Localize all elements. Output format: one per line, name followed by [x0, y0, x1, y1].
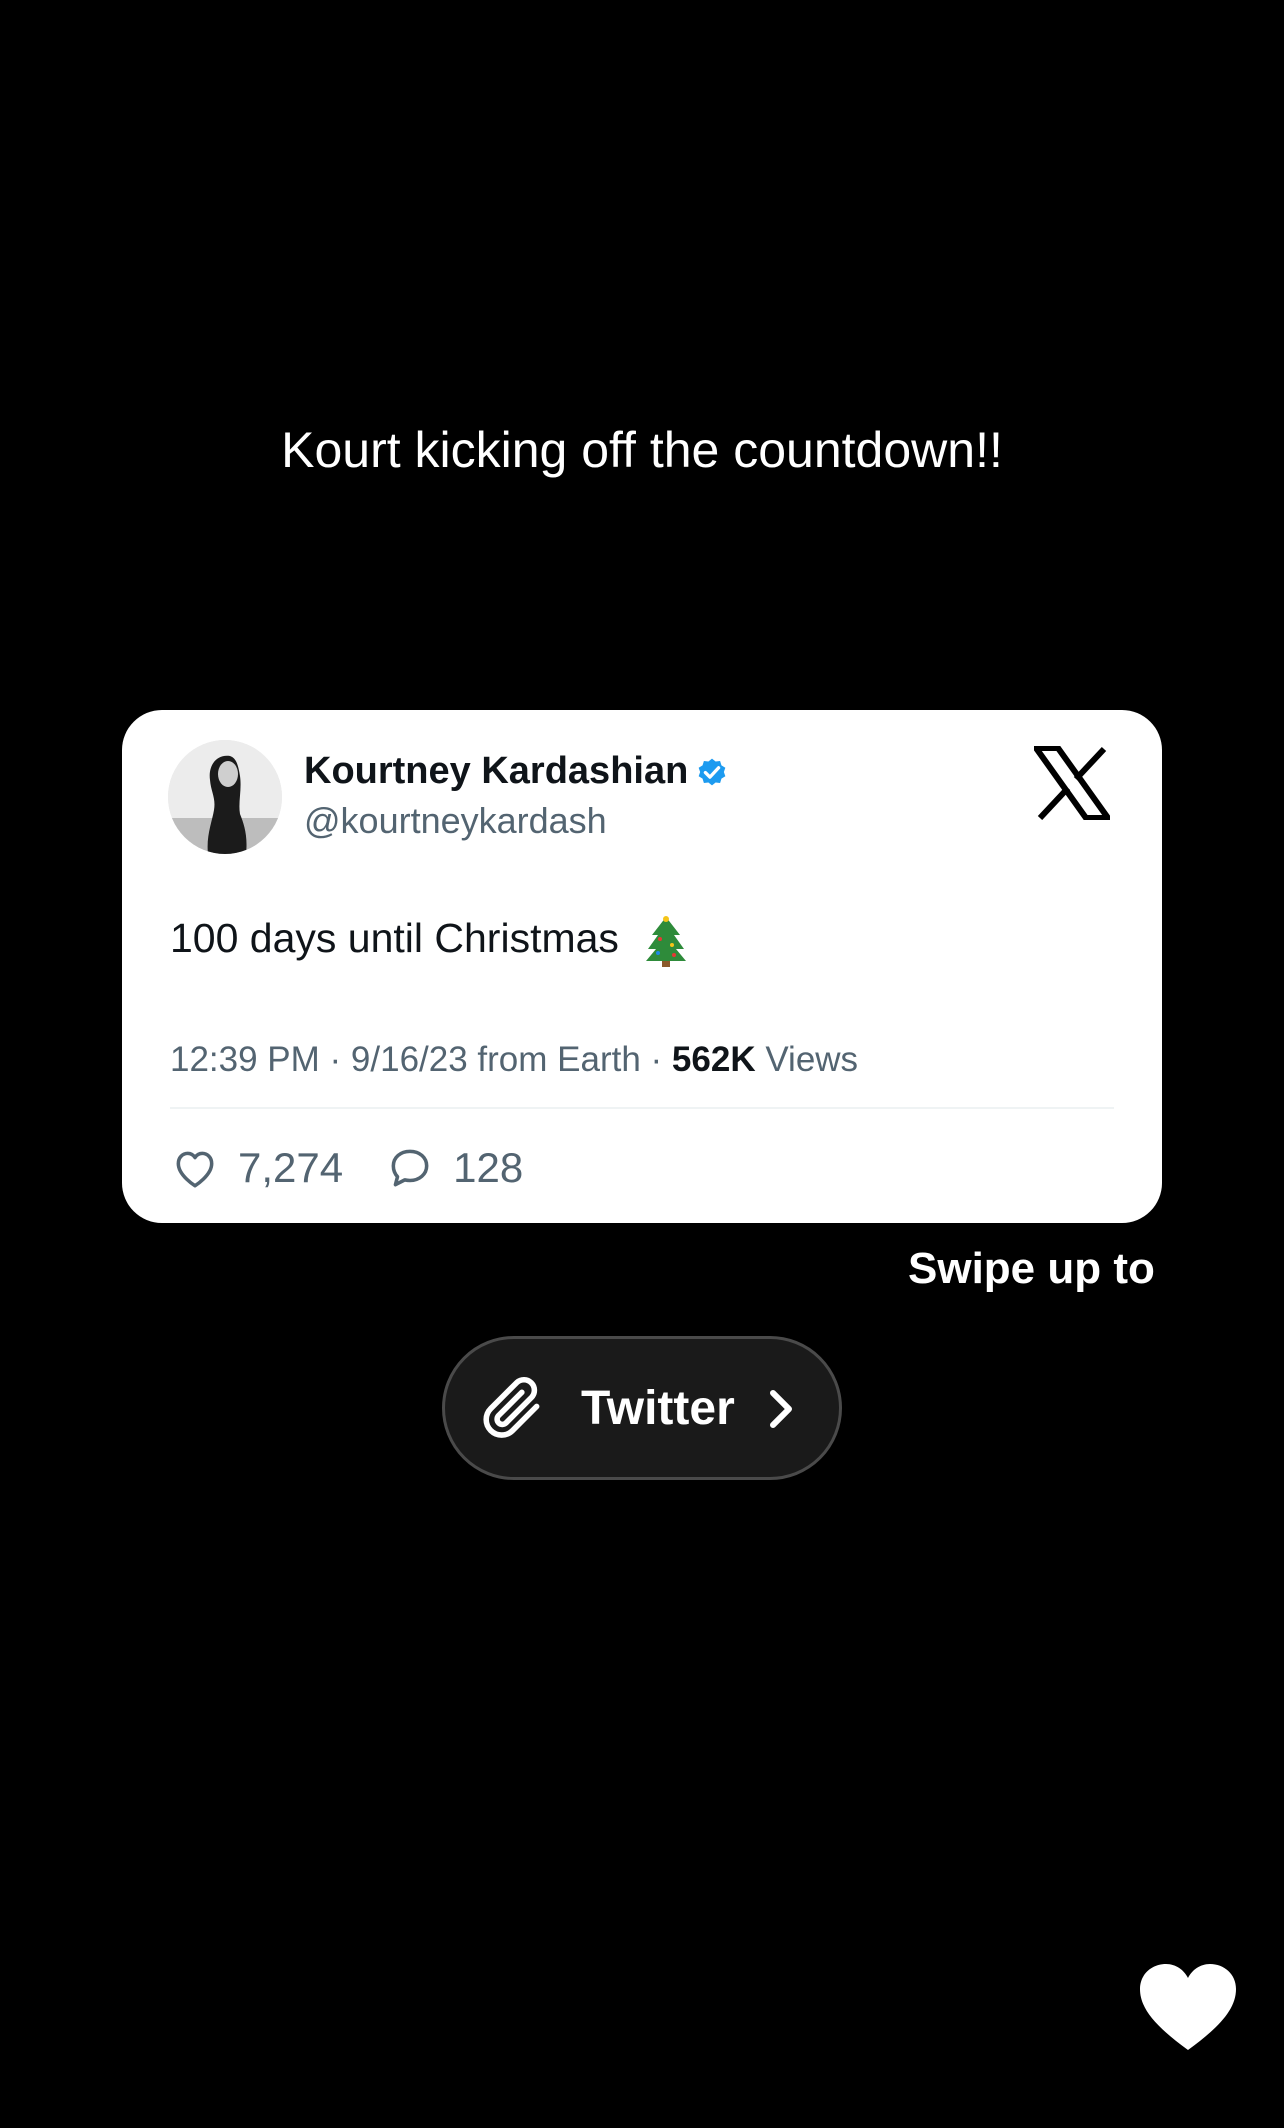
tweet-text-body: 100 days until Christmas — [170, 915, 619, 961]
display-name[interactable]: Kourtney Kardashian — [304, 750, 688, 793]
verified-badge-icon — [694, 754, 730, 790]
chevron-right-icon — [763, 1385, 799, 1433]
christmas-tree-icon — [644, 915, 688, 968]
tweet-date-source[interactable]: 9/16/23 from Earth — [351, 1040, 641, 1079]
link-sticker-label: Twitter — [581, 1382, 735, 1435]
link-sticker-button[interactable]: Twitter — [442, 1336, 842, 1480]
views-label: Views — [765, 1040, 859, 1079]
tweet-meta: 12:39 PM · 9/16/23 from Earth · 562K Vie… — [170, 1040, 858, 1080]
tweet-text: 100 days until Christmas — [170, 915, 688, 968]
reply-icon[interactable] — [385, 1143, 435, 1193]
paperclip-icon — [475, 1371, 549, 1445]
like-count: 7,274 — [238, 1144, 344, 1191]
x-logo-icon[interactable] — [1030, 745, 1114, 821]
swipe-up-text: Swipe up to — [908, 1244, 1155, 1293]
tweet-time[interactable]: 12:39 PM — [170, 1040, 320, 1079]
story-caption: Kourt kicking off the countdown!! — [281, 422, 1003, 478]
tweet-card[interactable]: Kourtney Kardashian @kourtneykardash 100… — [122, 710, 1162, 1223]
heart-icon[interactable] — [1138, 1962, 1238, 2054]
views-count: 562K — [671, 1040, 756, 1079]
meta-separator: · — [319, 1040, 351, 1079]
reply-count: 128 — [453, 1144, 524, 1191]
avatar — [168, 740, 282, 854]
meta-separator: · — [640, 1040, 672, 1079]
divider — [170, 1107, 1114, 1109]
user-handle[interactable]: @kourtneykardash — [304, 800, 607, 842]
tweet-stats: 7,274 128 — [170, 1140, 565, 1196]
heart-outline-icon[interactable] — [170, 1143, 220, 1193]
